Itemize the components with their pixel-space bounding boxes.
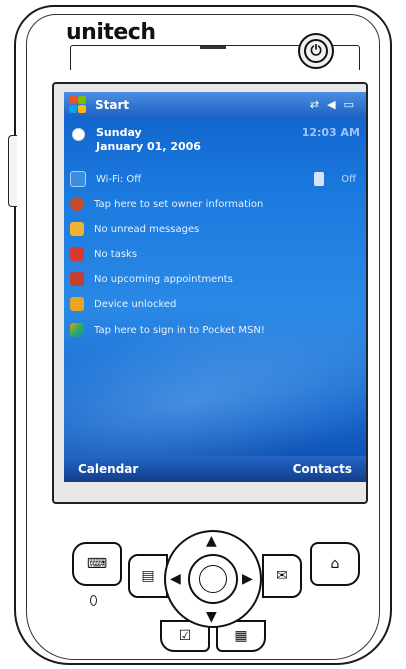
volume-icon[interactable]: ◀︎: [327, 98, 335, 111]
date-label: January 01, 2006: [96, 140, 201, 153]
today-item-appointments[interactable]: No upcoming appointments: [64, 267, 366, 291]
day-label: Sunday: [96, 126, 142, 139]
wifi-icon: [70, 171, 86, 187]
today-item-label: Tap here to sign in to Pocket MSN!: [94, 324, 265, 336]
today-item-owner[interactable]: Tap here to set owner information: [64, 192, 366, 216]
notes-icon: ▤: [141, 568, 155, 584]
windows-flag-icon[interactable]: [69, 96, 87, 114]
brand-logo: unitech: [66, 20, 156, 45]
phone-home-icon: ⌂: [330, 556, 340, 572]
up-arrow-icon[interactable]: ▲: [206, 534, 217, 548]
today-item-messages[interactable]: No unread messages: [64, 217, 366, 241]
today-item-wifi[interactable]: Wi-Fi: Off Off: [64, 167, 366, 191]
speaker-slot: [200, 46, 226, 49]
time-label: 12:03 AM: [301, 126, 360, 139]
home-key[interactable]: ⌂: [310, 542, 360, 586]
clock-icon: [72, 128, 85, 141]
power-icon: ⏻: [304, 39, 328, 63]
battery-icon[interactable]: ▭: [344, 98, 354, 111]
msn-icon: [70, 323, 84, 337]
bluetooth-status: Off: [341, 173, 356, 185]
left-arrow-icon[interactable]: ◀: [170, 572, 181, 586]
notes-key[interactable]: ▤: [128, 554, 168, 598]
messaging-key[interactable]: ✉: [262, 554, 302, 598]
power-button[interactable]: ⏻: [298, 33, 334, 69]
hardware-keypad: ⌨ ▤ ✉ ⌂ ☑ ▦ ▲ ▼ ◀ ▶: [0, 520, 406, 669]
start-menu-button[interactable]: Start: [95, 98, 129, 112]
today-item-label: Wi-Fi: Off: [96, 173, 142, 185]
lock-icon: [70, 297, 84, 311]
system-tray: ⇄ ◀︎ ▭: [310, 98, 354, 111]
status-led: [90, 595, 97, 606]
date-row[interactable]: Sunday January 01, 2006 12:03 AM: [64, 122, 366, 162]
messages-icon: [70, 222, 84, 236]
calendar-icon: [70, 272, 84, 286]
right-arrow-icon[interactable]: ▶: [242, 572, 253, 586]
connectivity-icon[interactable]: ⇄: [310, 98, 319, 111]
down-arrow-icon[interactable]: ▼: [206, 610, 217, 624]
taskbar: Start ⇄ ◀︎ ▭: [64, 92, 366, 118]
today-item-tasks[interactable]: No tasks: [64, 242, 366, 266]
today-screen: Start ⇄ ◀︎ ▭ Sunday January 01, 2006 12:…: [64, 92, 366, 482]
today-item-label: No upcoming appointments: [94, 273, 233, 285]
softkey-contacts[interactable]: Contacts: [279, 462, 366, 476]
dpad-center-ring: [199, 565, 227, 593]
tasks-icon: [70, 247, 84, 261]
today-item-label: Device unlocked: [94, 298, 177, 310]
softkey-calendar[interactable]: Calendar: [64, 462, 152, 476]
today-item-label: No tasks: [94, 248, 138, 260]
today-item-msn[interactable]: Tap here to sign in to Pocket MSN!: [64, 318, 366, 342]
calendar-grid-icon: ▦: [234, 628, 248, 644]
today-item-lock[interactable]: Device unlocked: [64, 292, 366, 316]
keyboard-icon: ⌨: [86, 556, 108, 572]
checklist-icon: ☑: [178, 628, 192, 644]
softkey-bar: Calendar Contacts: [64, 456, 366, 482]
today-item-label: No unread messages: [94, 223, 200, 235]
today-item-label: Tap here to set owner information: [94, 198, 264, 210]
owner-icon: [70, 197, 84, 211]
bluetooth-icon: [314, 172, 324, 186]
side-button[interactable]: [8, 135, 17, 207]
keyboard-key[interactable]: ⌨: [72, 542, 122, 586]
dpad-center-button[interactable]: [188, 554, 238, 604]
mail-icon: ✉: [276, 568, 288, 584]
